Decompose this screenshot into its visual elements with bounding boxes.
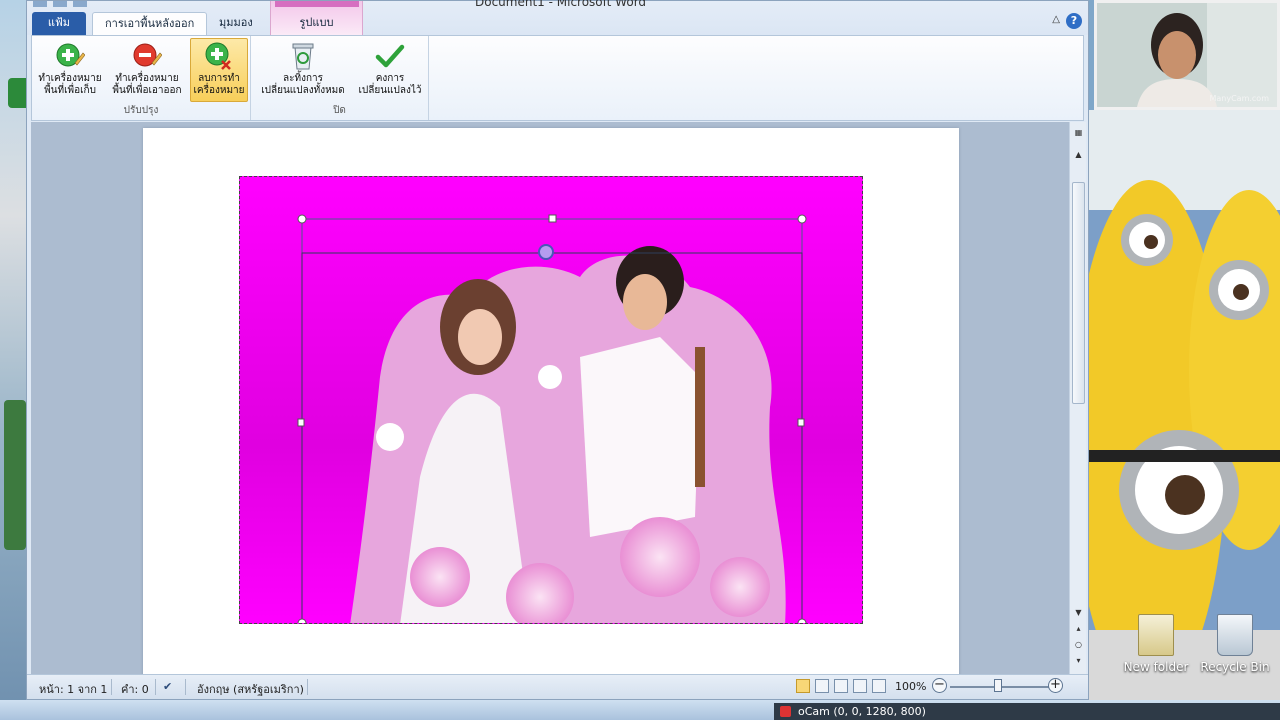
tab-file[interactable]: แฟ้ม	[32, 12, 86, 35]
discard-line2: เปลี่ยนแปลงทั้งหมด	[261, 85, 345, 96]
document-page[interactable]	[143, 128, 959, 674]
minimize-ribbon-icon[interactable]: △	[1052, 14, 1060, 25]
ruler-toggle-icon[interactable]: ▦	[1070, 128, 1087, 137]
mark-remove-line1: ทำเครื่องหมาย	[115, 73, 179, 84]
vertical-scrollbar[interactable]: ▦ ▲ ▼ ▴ ○ ▾	[1069, 122, 1086, 674]
plus-pencil-icon	[56, 43, 85, 67]
desktop-icon-fragment	[8, 78, 26, 108]
webcam-overlay: ManyCam.com	[1094, 0, 1280, 110]
desktop-decoration	[4, 400, 26, 550]
help-icon[interactable]: ?	[1066, 13, 1082, 29]
recycle-bin-icon	[1217, 614, 1253, 656]
delete-mark-line1: ลบการทำ	[198, 73, 240, 84]
ribbon-tab-bar: Document1 - Microsoft Word แฟ้ม การเอาพื…	[27, 0, 1088, 35]
ocam-label: oCam (0, 0, 1280, 800)	[798, 705, 926, 718]
folder-icon	[1138, 614, 1174, 656]
minus-pencil-icon	[133, 43, 162, 67]
picture-with-background-removal[interactable]	[239, 176, 863, 624]
ribbon: ทำเครื่องหมาย พื้นที่เพื่อเก็บ ทำเครื่อง…	[31, 35, 1084, 121]
tab-view[interactable]: มุมมอง	[207, 12, 265, 35]
zoom-out-icon[interactable]: −	[932, 678, 947, 693]
page-count[interactable]: หน้า: 1 จาก 1	[39, 680, 107, 698]
desktop-wallpaper: New folder Recycle Bin	[1089, 110, 1280, 700]
scroll-up-icon[interactable]: ▲	[1070, 150, 1087, 159]
word-window: Document1 - Microsoft Word แฟ้ม การเอาพื…	[26, 0, 1089, 700]
keep-line1: คงการ	[375, 73, 405, 84]
delete-mark-button[interactable]: ลบการทำ เครื่องหมาย	[190, 38, 248, 102]
window-title: Document1 - Microsoft Word	[475, 0, 647, 9]
mark-remove-line2: พื้นที่เพื่อเอาออก	[112, 85, 182, 96]
recycle-bin-icon	[292, 43, 314, 70]
save-icon[interactable]	[33, 1, 47, 7]
zoom-in-icon[interactable]: +	[1048, 678, 1063, 693]
previous-page-icon[interactable]: ▴	[1070, 624, 1087, 633]
redo-icon[interactable]	[73, 1, 87, 7]
tab-picture-format-label: รูปแบบ	[299, 16, 334, 29]
word-count[interactable]: คำ: 0	[121, 680, 149, 698]
full-screen-reading-icon[interactable]	[815, 679, 829, 693]
desktop-icon-recycle-bin[interactable]: Recycle Bin	[1200, 614, 1270, 674]
new-folder-label: New folder	[1123, 660, 1189, 674]
proofing-icon[interactable]: ✔	[163, 680, 172, 693]
zoom-slider-knob[interactable]	[994, 679, 1002, 692]
discard-all-changes-button[interactable]: ละทิ้งการ เปลี่ยนแปลงทั้งหมด	[255, 38, 351, 102]
group-refine: ทำเครื่องหมาย พื้นที่เพื่อเก็บ ทำเครื่อง…	[32, 36, 251, 120]
tab-picture-format[interactable]: รูปแบบ	[270, 1, 363, 35]
mark-keep-line1: ทำเครื่องหมาย	[38, 73, 102, 84]
document-area	[31, 122, 1069, 674]
print-layout-view-icon[interactable]	[796, 679, 810, 693]
wedding-photo	[240, 177, 862, 623]
tab-remove-background[interactable]: การเอาพื้นหลังออก	[92, 12, 208, 35]
zoom-level[interactable]: 100%	[895, 680, 926, 693]
minion-wallpaper	[1089, 110, 1280, 700]
keep-line2: เปลี่ยนแปลงไว้	[358, 85, 422, 96]
web-layout-icon[interactable]	[834, 679, 848, 693]
webcam-person-image	[1097, 3, 1277, 107]
quick-access-toolbar	[29, 1, 109, 9]
browse-object-icon[interactable]: ○	[1070, 640, 1087, 649]
status-bar: หน้า: 1 จาก 1 คำ: 0 ✔ อังกฤษ (สหรัฐอเมริ…	[27, 674, 1088, 699]
scroll-down-icon[interactable]: ▼	[1070, 608, 1087, 617]
ocam-taskbar-item[interactable]: oCam (0, 0, 1280, 800)	[774, 703, 1280, 720]
outline-view-icon[interactable]	[853, 679, 867, 693]
next-page-icon[interactable]: ▾	[1070, 656, 1087, 665]
mark-areas-to-keep-button[interactable]: ทำเครื่องหมาย พื้นที่เพื่อเก็บ	[35, 38, 105, 102]
mark-areas-to-remove-button[interactable]: ทำเครื่องหมาย พื้นที่เพื่อเอาออก	[108, 38, 186, 102]
group-refine-label: ปรับปรุง	[123, 105, 159, 116]
undo-icon[interactable]	[53, 1, 67, 7]
picture-tools-header	[275, 1, 359, 7]
mark-keep-line2: พื้นที่เพื่อเก็บ	[44, 85, 96, 96]
webcam-watermark: ManyCam.com	[1209, 94, 1269, 103]
desktop-wallpaper-left	[0, 0, 26, 720]
group-close: ละทิ้งการ เปลี่ยนแปลงทั้งหมด คงการ เปลี่…	[251, 36, 429, 120]
group-close-label: ปิด	[333, 105, 346, 116]
discard-line1: ละทิ้งการ	[282, 73, 323, 84]
desktop-icon-new-folder[interactable]: New folder	[1121, 614, 1191, 674]
delete-mark-line2: เครื่องหมาย	[193, 85, 245, 96]
checkmark-icon	[375, 44, 405, 68]
scrollbar-thumb[interactable]	[1072, 182, 1085, 404]
language[interactable]: อังกฤษ (สหรัฐอเมริกา)	[197, 680, 304, 698]
keep-changes-button[interactable]: คงการ เปลี่ยนแปลงไว้	[355, 38, 425, 102]
recycle-bin-label: Recycle Bin	[1200, 660, 1270, 674]
draft-view-icon[interactable]	[872, 679, 886, 693]
delete-mark-icon	[205, 42, 231, 70]
record-icon	[780, 706, 791, 717]
